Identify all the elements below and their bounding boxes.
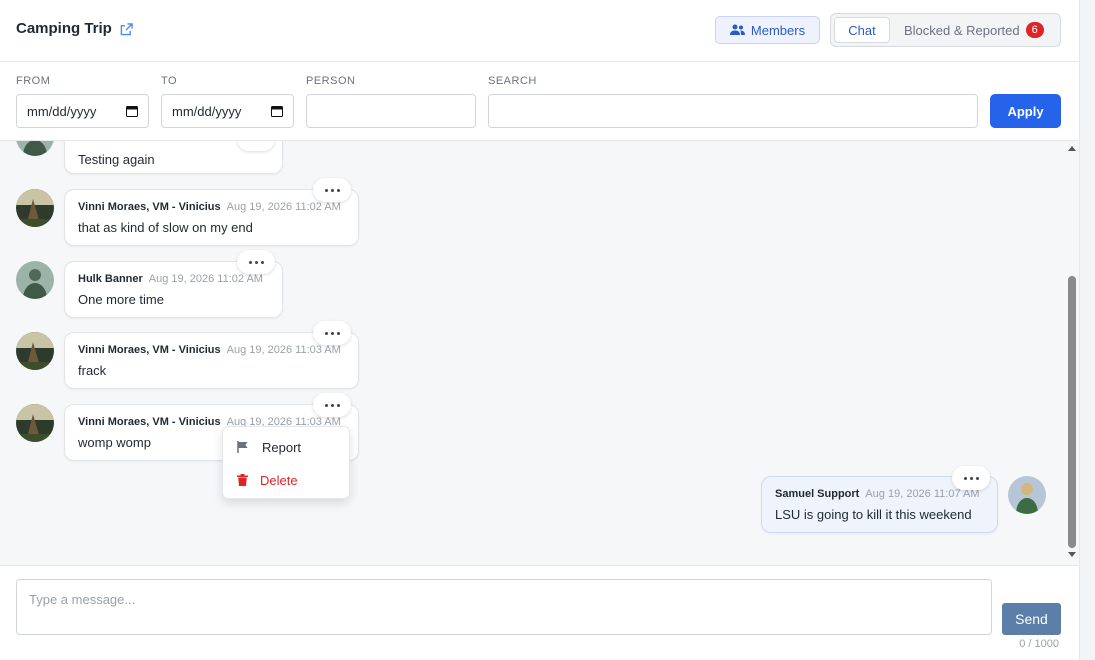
- search-input[interactable]: [488, 94, 978, 128]
- message-text: Testing again: [78, 152, 155, 167]
- message-text: LSU is going to kill it this weekend: [775, 507, 972, 522]
- search-label: SEARCH: [488, 75, 537, 87]
- from-label: FROM: [16, 75, 51, 87]
- person-input[interactable]: [306, 94, 476, 128]
- scroll-down-arrow-icon[interactable]: [1068, 552, 1076, 557]
- message-input[interactable]: Type a message...: [16, 579, 992, 635]
- to-date-input[interactable]: mm/dd/yyyy: [161, 94, 294, 128]
- page-title: Camping Trip: [16, 20, 112, 37]
- avatar: [16, 189, 54, 227]
- blocked-count-badge: 6: [1025, 22, 1044, 38]
- apply-button[interactable]: Apply: [990, 94, 1061, 128]
- to-label: TO: [161, 75, 178, 87]
- tab-blocked-reported[interactable]: Blocked & Reported 6: [904, 17, 1044, 43]
- view-tabs: Chat Blocked & Reported 6: [830, 13, 1061, 47]
- report-menu-item[interactable]: Report: [223, 432, 351, 462]
- hulk-avatar-image: [16, 141, 54, 156]
- message-time: Aug 19, 2026 11:02 AM: [148, 273, 263, 285]
- person-label: PERSON: [306, 75, 356, 87]
- external-link-icon[interactable]: [120, 23, 133, 36]
- vinni-avatar-image: [16, 189, 54, 227]
- composer: Type a message... Send 0 / 1000: [0, 565, 1079, 660]
- avatar: [16, 141, 54, 156]
- character-counter: 0 / 1000: [1019, 638, 1059, 650]
- calendar-icon[interactable]: [126, 105, 138, 117]
- message-time: Aug 19, 2026 11:03 AM: [226, 344, 341, 356]
- window-gutter: [1079, 0, 1095, 660]
- message-author: Hulk Banner: [78, 273, 143, 285]
- flag-icon: [237, 441, 248, 453]
- vinni-avatar-image: [16, 404, 54, 442]
- from-date-value: mm/dd/yyyy: [27, 103, 97, 119]
- message-author: Vinni Moraes, VM - Vinicius: [78, 201, 221, 213]
- scroll-up-arrow-icon[interactable]: [1068, 146, 1076, 151]
- message-author: Vinni Moraes, VM - Vinicius: [78, 416, 221, 428]
- tab-blocked-label: Blocked & Reported: [904, 22, 1020, 38]
- message-more-button[interactable]: [952, 466, 990, 490]
- message-more-button[interactable]: [237, 250, 275, 274]
- message-author: Samuel Support: [775, 488, 860, 500]
- message-more-button[interactable]: [313, 393, 351, 417]
- calendar-icon[interactable]: [271, 105, 283, 117]
- header: Camping Trip Members Chat Blocked & Repo…: [0, 0, 1079, 62]
- users-icon: [729, 24, 745, 35]
- message-text: One more time: [78, 292, 164, 307]
- message-text: frack: [78, 363, 107, 378]
- message-more-button[interactable]: [313, 178, 351, 202]
- members-button[interactable]: Members: [715, 16, 820, 44]
- avatar: [1008, 476, 1046, 514]
- message-context-menu: Report Delete: [222, 426, 350, 499]
- trash-icon: [237, 474, 248, 486]
- vinni-avatar-image: [16, 332, 54, 370]
- from-date-input[interactable]: mm/dd/yyyy: [16, 94, 149, 128]
- scroll-thumb[interactable]: [1068, 276, 1076, 548]
- message-time: Aug 19, 2026 11:02 AM: [226, 201, 341, 213]
- tab-chat[interactable]: Chat: [834, 17, 890, 43]
- avatar: [16, 404, 54, 442]
- message-more-button[interactable]: [313, 321, 351, 345]
- samuel-avatar-image: [1008, 476, 1046, 514]
- avatar: [16, 332, 54, 370]
- chat-app: Camping Trip Members Chat Blocked & Repo…: [0, 0, 1079, 660]
- members-label: Members: [750, 22, 806, 38]
- report-label: Report: [262, 439, 302, 455]
- delete-menu-item[interactable]: Delete: [223, 465, 351, 495]
- delete-label: Delete: [260, 472, 298, 488]
- message-scrollbar[interactable]: [1065, 141, 1079, 565]
- filter-bar: FROM mm/dd/yyyy TO mm/dd/yyyy PERSON SEA…: [0, 62, 1079, 141]
- message-text: womp womp: [78, 435, 151, 450]
- message-author: Vinni Moraes, VM - Vinicius: [78, 344, 221, 356]
- hulk-avatar-image: [16, 261, 54, 299]
- message-text: that as kind of slow on my end: [78, 220, 253, 235]
- send-button[interactable]: Send: [1002, 603, 1061, 635]
- avatar: [16, 261, 54, 299]
- message-list[interactable]: Testing again Vinni Moraes, VM - Viniciu…: [0, 141, 1065, 565]
- to-date-value: mm/dd/yyyy: [172, 103, 242, 119]
